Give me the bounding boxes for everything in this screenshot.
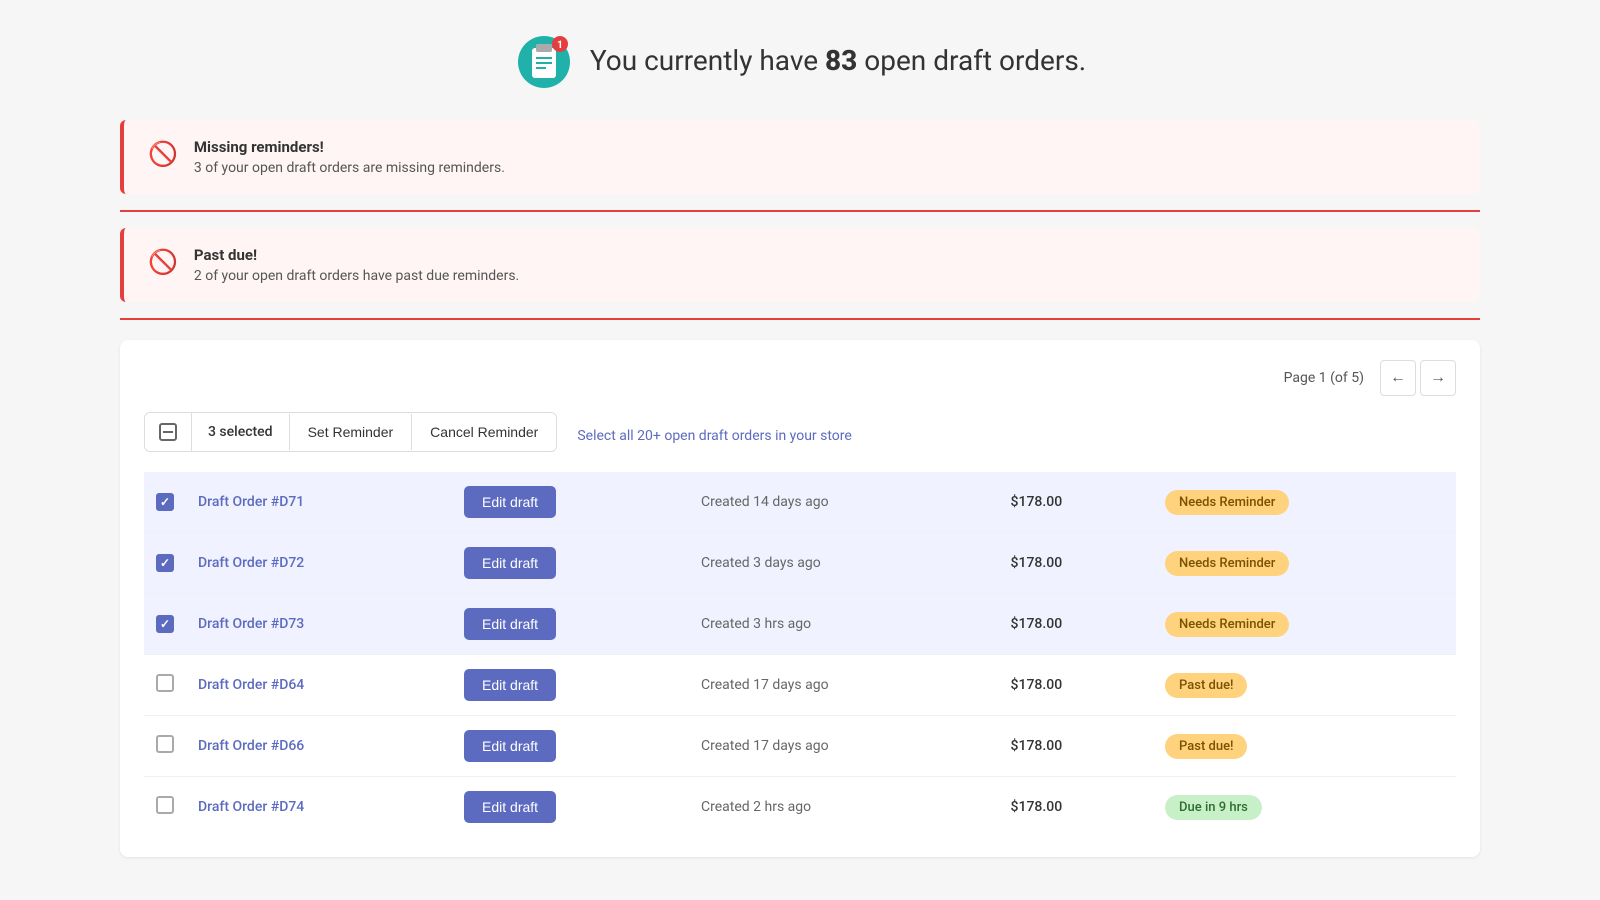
cancel-reminder-button[interactable]: Cancel Reminder (412, 414, 556, 450)
amount-D72: $178.00 (999, 533, 1153, 594)
badge-cell-D64: Past due! (1153, 655, 1456, 716)
table-row: Draft Order #D74 Edit draft Created 2 hr… (144, 777, 1456, 838)
edit-button-cell-0: Edit draft (452, 472, 689, 533)
prev-page-button[interactable]: ← (1380, 360, 1416, 396)
edit-draft-button-D66[interactable]: Edit draft (464, 730, 556, 762)
order-link-D72[interactable]: Draft Order #D72 (198, 555, 304, 571)
orders-table: Draft Order #D71 Edit draft Created 14 d… (144, 472, 1456, 837)
row-checkbox-cell-5[interactable] (144, 777, 186, 838)
missing-reminders-alert: 🚫 Missing reminders! 3 of your open draf… (120, 120, 1480, 194)
page-title: You currently have 83 open draft orders. (590, 44, 1086, 77)
table-row: Draft Order #D73 Edit draft Created 3 hr… (144, 594, 1456, 655)
page-header: 1 You currently have 83 open draft order… (120, 30, 1480, 90)
next-page-button[interactable]: → (1420, 360, 1456, 396)
bulk-toolbar: 3 selected Set Reminder Cancel Reminder (144, 412, 557, 452)
table-row: Draft Order #D72 Edit draft Created 3 da… (144, 533, 1456, 594)
amount-D74: $178.00 (999, 777, 1153, 838)
divider-1 (120, 210, 1480, 212)
edit-button-cell-4: Edit draft (452, 716, 689, 777)
order-link-cell-4: Draft Order #D66 (186, 716, 452, 777)
created-date-D71: Created 14 days ago (689, 472, 999, 533)
status-badge-D71: Needs Reminder (1165, 490, 1289, 515)
created-date-D66: Created 17 days ago (689, 716, 999, 777)
edit-button-cell-1: Edit draft (452, 533, 689, 594)
indeterminate-checkbox-icon[interactable] (159, 423, 177, 441)
select-all-checkbox[interactable] (145, 413, 192, 451)
edit-button-cell-5: Edit draft (452, 777, 689, 838)
edit-button-cell-2: Edit draft (452, 594, 689, 655)
edit-draft-button-D74[interactable]: Edit draft (464, 791, 556, 823)
svg-text:1: 1 (557, 40, 563, 51)
badge-cell-D74: Due in 9 hrs (1153, 777, 1456, 838)
amount-D66: $178.00 (999, 716, 1153, 777)
row-checkbox-2[interactable] (156, 615, 174, 633)
order-link-D71[interactable]: Draft Order #D71 (198, 494, 304, 510)
status-badge-D64: Past due! (1165, 673, 1247, 698)
edit-draft-button-D72[interactable]: Edit draft (464, 547, 556, 579)
amount-D71: $178.00 (999, 472, 1153, 533)
row-checkbox-5[interactable] (156, 796, 174, 814)
created-date-D74: Created 2 hrs ago (689, 777, 999, 838)
order-link-D74[interactable]: Draft Order #D74 (198, 799, 304, 815)
select-all-link[interactable]: Select all 20+ open draft orders in your… (577, 428, 851, 444)
order-link-cell-5: Draft Order #D74 (186, 777, 452, 838)
set-reminder-button[interactable]: Set Reminder (290, 414, 413, 450)
created-date-D72: Created 3 days ago (689, 533, 999, 594)
row-checkbox-3[interactable] (156, 674, 174, 692)
row-checkbox-cell-0[interactable] (144, 472, 186, 533)
order-link-cell-1: Draft Order #D72 (186, 533, 452, 594)
order-link-cell-2: Draft Order #D73 (186, 594, 452, 655)
status-badge-D73: Needs Reminder (1165, 612, 1289, 637)
edit-draft-button-D64[interactable]: Edit draft (464, 669, 556, 701)
row-checkbox-cell-3[interactable] (144, 655, 186, 716)
badge-cell-D71: Needs Reminder (1153, 472, 1456, 533)
row-checkbox-cell-4[interactable] (144, 716, 186, 777)
table-row: Draft Order #D66 Edit draft Created 17 d… (144, 716, 1456, 777)
order-link-D73[interactable]: Draft Order #D73 (198, 616, 304, 632)
missing-reminders-title: Missing reminders! (194, 138, 505, 156)
row-checkbox-cell-1[interactable] (144, 533, 186, 594)
order-link-cell-0: Draft Order #D71 (186, 472, 452, 533)
selected-count-label: 3 selected (192, 414, 290, 450)
row-checkbox-4[interactable] (156, 735, 174, 753)
past-due-icon: 🚫 (148, 248, 178, 276)
orders-table-section: Page 1 (of 5) ← → 3 selected Set Reminde… (120, 340, 1480, 857)
order-link-D64[interactable]: Draft Order #D64 (198, 677, 304, 693)
status-badge-D74: Due in 9 hrs (1165, 795, 1262, 820)
pagination-bar: Page 1 (of 5) ← → (144, 360, 1456, 396)
row-checkbox-1[interactable] (156, 554, 174, 572)
missing-reminders-icon: 🚫 (148, 140, 178, 168)
status-badge-D66: Past due! (1165, 734, 1247, 759)
badge-cell-D72: Needs Reminder (1153, 533, 1456, 594)
edit-draft-button-D73[interactable]: Edit draft (464, 608, 556, 640)
pagination-info: Page 1 (of 5) (1284, 370, 1364, 386)
badge-cell-D66: Past due! (1153, 716, 1456, 777)
past-due-desc: 2 of your open draft orders have past du… (194, 268, 519, 284)
past-due-title: Past due! (194, 246, 519, 264)
edit-draft-button-D71[interactable]: Edit draft (464, 486, 556, 518)
created-date-D73: Created 3 hrs ago (689, 594, 999, 655)
app-icon: 1 (514, 30, 574, 90)
badge-cell-D73: Needs Reminder (1153, 594, 1456, 655)
missing-reminders-desc: 3 of your open draft orders are missing … (194, 160, 505, 176)
row-checkbox-cell-2[interactable] (144, 594, 186, 655)
order-link-cell-3: Draft Order #D64 (186, 655, 452, 716)
table-row: Draft Order #D64 Edit draft Created 17 d… (144, 655, 1456, 716)
past-due-alert: 🚫 Past due! 2 of your open draft orders … (120, 228, 1480, 302)
table-row: Draft Order #D71 Edit draft Created 14 d… (144, 472, 1456, 533)
order-link-D66[interactable]: Draft Order #D66 (198, 738, 304, 754)
amount-D64: $178.00 (999, 655, 1153, 716)
created-date-D64: Created 17 days ago (689, 655, 999, 716)
divider-2 (120, 318, 1480, 320)
edit-button-cell-3: Edit draft (452, 655, 689, 716)
status-badge-D72: Needs Reminder (1165, 551, 1289, 576)
row-checkbox-0[interactable] (156, 493, 174, 511)
amount-D73: $178.00 (999, 594, 1153, 655)
